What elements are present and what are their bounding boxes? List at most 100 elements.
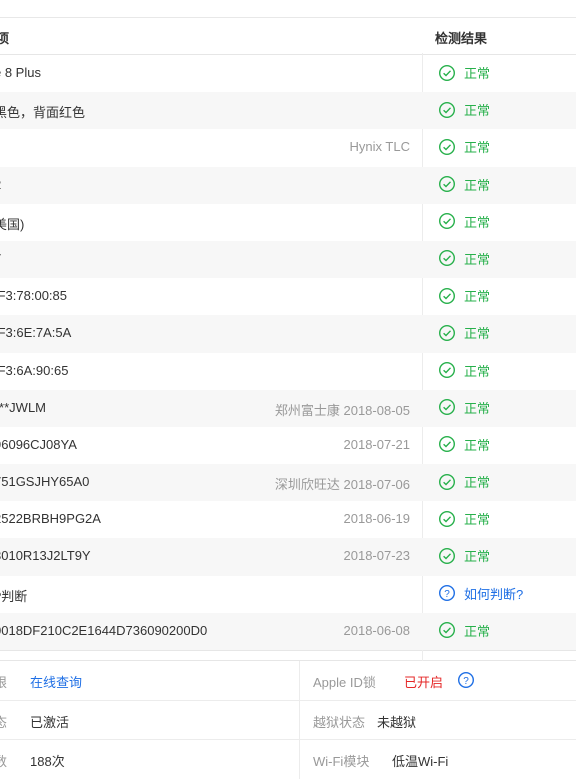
status-row: 限 在线查询 Apple ID锁 已开启 ? [0, 661, 576, 701]
check-circle-icon [438, 436, 456, 453]
row-value: :F3:6A:90:65 [0, 362, 69, 378]
row-detail: 2018-06-08 [343, 622, 411, 638]
section-gap [0, 651, 576, 660]
result-label: 正常 [464, 103, 491, 119]
check-circle-icon [438, 213, 456, 230]
wifi-module-label: Wi-Fi模块 [313, 754, 370, 769]
result-ok: 正常 [438, 100, 490, 119]
result-label: 正常 [464, 66, 491, 81]
check-circle-icon [438, 250, 456, 267]
status-label: 态 [0, 714, 8, 730]
result-label: 正常 [464, 400, 491, 416]
row-value: 黑色，背面红色 [0, 105, 86, 121]
result-ok: 正常 [438, 621, 490, 640]
table-row: 7 正常 [0, 240, 576, 279]
how-to-judge-link[interactable]: ? 如何判断? [438, 584, 523, 603]
row-value: ***JWLM [0, 399, 47, 415]
top-bar [0, 0, 576, 18]
row-detail: 郑州富士康 2018-08-05 [274, 402, 410, 418]
result-ok: 正常 [438, 435, 490, 454]
row-detail: 2018-07-21 [343, 436, 411, 452]
result-ok: 正常 [438, 546, 490, 565]
table-row: ***JWLM 郑州富士康 2018-08-05 正常 [0, 389, 576, 427]
cell-divider [299, 740, 300, 779]
check-circle-icon [438, 287, 456, 304]
cell-divider [299, 661, 300, 700]
result-ok: 正常 [438, 361, 490, 380]
row-value: 7 [0, 251, 1, 266]
row-value: 96096CJ08YA [0, 436, 77, 452]
apple-id-lock-label: Apple ID锁 [313, 675, 376, 690]
row-value: 2 [0, 177, 1, 192]
svg-text:?: ? [463, 676, 469, 687]
result-label: 正常 [464, 475, 491, 491]
result-label: 正常 [464, 363, 491, 379]
result-ok: 正常 [438, 509, 490, 528]
check-circle-icon [438, 361, 456, 379]
result-label: 正常 [464, 437, 491, 453]
check-circle-icon [438, 176, 456, 193]
result-label: 正常 [464, 512, 491, 528]
table-row: 3010R13J2LT9Y 2018-07-23 正常 [0, 538, 576, 576]
table-row: e 8 Plus 正常 [0, 55, 576, 92]
result-ok: 正常 [438, 472, 490, 491]
table-row: 751GSJHY65A0 深圳欣旺达 2018-07-06 正常 [0, 464, 576, 502]
table-row: 96096CJ08YA 2018-07-21 正常 [0, 427, 576, 464]
row-value: 美国) [0, 216, 25, 232]
result-label: 正常 [464, 289, 491, 305]
row-detail: Hynix TLC [349, 139, 410, 155]
row-value: e 8 Plus [0, 65, 41, 80]
apple-id-lock-value: 已开启 [404, 675, 444, 690]
row-value: 2522BRBH9PG2A [0, 511, 101, 527]
table-row: Hynix TLC 正常 [0, 129, 576, 166]
table-row: :F3:6A:90:65 正常 [0, 353, 576, 390]
result-ok: 正常 [438, 212, 490, 231]
check-circle-icon [438, 324, 456, 341]
row-value: :F3:6E:7A:5A [0, 325, 72, 341]
item-column-header: 项 [0, 31, 10, 46]
table-row: :F3:6E:7A:5A 正常 [0, 315, 576, 353]
result-ok: 正常 [438, 323, 490, 342]
table-row: 2522BRBH9PG2A 2018-06-19 正常 [0, 501, 576, 538]
result-label: 正常 [464, 549, 491, 565]
table-row: 黑色，背面红色 正常 [0, 92, 576, 130]
result-label[interactable]: 如何判断? [464, 584, 523, 603]
check-circle-icon [438, 473, 456, 490]
row-value: ?判断 [0, 588, 28, 604]
check-circle-icon [438, 510, 456, 527]
question-circle-icon[interactable]: ? [457, 671, 475, 689]
online-query-link[interactable]: 在线查询 [30, 672, 82, 691]
row-detail: 深圳欣旺达 2018-07-06 [274, 477, 410, 493]
result-column-header: 检测结果 [435, 31, 488, 46]
status-row: 态 已激活 越狱状态 未越狱 [0, 700, 576, 740]
jailbreak-value: 未越狱 [377, 714, 417, 730]
question-circle-icon: ? [438, 585, 456, 602]
check-circle-icon [438, 399, 456, 416]
row-value: :F3:78:00:85 [0, 288, 67, 304]
check-circle-icon [438, 138, 456, 155]
wifi-module-value: 低温Wi-Fi [392, 754, 449, 769]
status-label: 限 [0, 675, 8, 690]
result-label: 正常 [464, 214, 491, 230]
table-row: ?判断 ? 如何判断? [0, 576, 576, 613]
cell-divider [299, 700, 300, 739]
result-label: 正常 [464, 623, 491, 639]
table-row: 2 正常 [0, 166, 576, 204]
activation-value: 已激活 [30, 714, 70, 730]
table-row: :F3:78:00:85 正常 [0, 278, 576, 315]
check-circle-icon [438, 622, 456, 639]
result-ok: 正常 [438, 398, 490, 417]
result-ok: 正常 [438, 175, 490, 194]
check-circle-icon [438, 101, 456, 118]
row-value: 751GSJHY65A0 [0, 474, 90, 490]
result-label: 正常 [464, 251, 491, 267]
result-ok: 正常 [438, 249, 490, 268]
result-ok: 正常 [438, 286, 490, 305]
device-status-panel: 限 在线查询 Apple ID锁 已开启 ? 态 已激活 越狱状态 未越狱 数 … [0, 660, 576, 779]
result-label: 正常 [464, 326, 491, 342]
result-ok: 正常 [438, 137, 490, 156]
check-circle-icon [438, 547, 456, 564]
charge-count-value: 188次 [30, 754, 65, 769]
row-detail: 2018-06-19 [343, 511, 411, 527]
table-row: 0018DF210C2E1644D736090200D0 2018-06-08 … [0, 612, 576, 650]
